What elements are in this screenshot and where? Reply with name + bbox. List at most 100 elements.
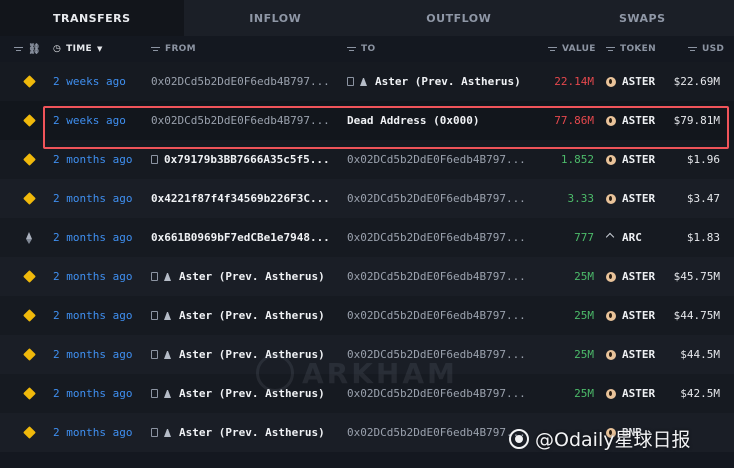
tab-inflow[interactable]: INFLOW xyxy=(184,0,368,36)
time-link[interactable]: 2 weeks ago xyxy=(53,114,126,127)
table-row[interactable]: 2 months ago 0x79179b3BB7666A35c5f5... 0x0… xyxy=(0,140,734,179)
to-cell[interactable]: 0x02DCd5b2DdE0F6edb4B797... xyxy=(347,140,532,179)
column-usd[interactable]: USD xyxy=(688,36,724,62)
to-address[interactable]: 0x02DCd5b2DdE0F6edb4B797... xyxy=(347,309,526,322)
token-cell[interactable]: ASTER xyxy=(606,140,666,179)
filter-link-controls[interactable]: ⛓ xyxy=(14,36,41,62)
to-cell[interactable]: Dead Address (0x000) xyxy=(347,101,532,140)
time-link[interactable]: 2 months ago xyxy=(53,387,132,400)
column-value[interactable]: VALUE xyxy=(548,36,596,62)
token-cell[interactable]: ASTER xyxy=(606,374,666,413)
from-address[interactable]: 0x661B0969bF7edCBe1e7948... xyxy=(151,231,330,244)
time-cell[interactable]: 2 months ago xyxy=(53,140,145,179)
time-cell[interactable]: 2 weeks ago xyxy=(53,101,145,140)
from-cell[interactable]: 0x79179b3BB7666A35c5f5... xyxy=(151,140,336,179)
filter-icon[interactable] xyxy=(14,46,23,53)
token-symbol[interactable]: ASTER xyxy=(622,114,655,127)
value-amount: 25M xyxy=(574,387,594,400)
from-address[interactable]: 0x02DCd5b2DdE0F6edb4B797... xyxy=(151,114,330,127)
from-address[interactable]: Aster (Prev. Astherus) xyxy=(179,270,325,283)
filter-icon[interactable] xyxy=(606,46,615,53)
token-symbol[interactable]: ASTER xyxy=(622,348,655,361)
time-link[interactable]: 2 months ago xyxy=(53,426,132,439)
filter-icon[interactable] xyxy=(688,46,697,53)
to-cell[interactable]: 0x02DCd5b2DdE0F6edb4B797... xyxy=(347,179,532,218)
time-link[interactable]: 2 months ago xyxy=(53,348,132,361)
to-address[interactable]: 0x02DCd5b2DdE0F6edb4B797... xyxy=(347,192,526,205)
column-to[interactable]: TO xyxy=(347,36,375,62)
from-cell[interactable]: 0x02DCd5b2DdE0F6edb4B797... xyxy=(151,101,336,140)
time-cell[interactable]: 2 months ago xyxy=(53,257,145,296)
to-cell[interactable]: 0x02DCd5b2DdE0F6edb4B797... xyxy=(347,218,532,257)
filter-icon[interactable] xyxy=(347,46,356,53)
usd-amount: $1.96 xyxy=(686,153,720,166)
time-cell[interactable]: 2 months ago xyxy=(53,218,145,257)
column-token[interactable]: TOKEN xyxy=(606,36,656,62)
time-link[interactable]: 2 months ago xyxy=(53,309,132,322)
link-icon[interactable]: ⛓ xyxy=(28,44,41,55)
filter-icon[interactable] xyxy=(548,46,557,53)
token-symbol[interactable]: ASTER xyxy=(622,192,655,205)
table-row[interactable]: 2 months ago 0x661B0969bF7edCBe1e7948... 0… xyxy=(0,218,734,257)
from-address[interactable]: 0x02DCd5b2DdE0F6edb4B797... xyxy=(151,75,330,88)
from-cell[interactable]: Aster (Prev. Astherus) xyxy=(151,296,336,335)
from-address[interactable]: 0x4221f87f4f34569b226F3C... xyxy=(151,192,330,205)
column-from[interactable]: FROM xyxy=(151,36,196,62)
token-symbol[interactable]: ARC xyxy=(622,231,642,244)
token-symbol[interactable]: ASTER xyxy=(622,309,655,322)
time-link[interactable]: 2 weeks ago xyxy=(53,75,126,88)
time-cell[interactable]: 2 months ago xyxy=(53,335,145,374)
token-symbol[interactable]: ASTER xyxy=(622,270,655,283)
sort-desc-icon[interactable]: ▼ xyxy=(97,45,103,53)
to-cell[interactable]: Aster (Prev. Astherus) xyxy=(347,62,532,101)
token-cell[interactable]: ASTER xyxy=(606,179,666,218)
table-row[interactable]: 2 months ago 0x4221f87f4f34569b226F3C... 0… xyxy=(0,179,734,218)
value-amount: 3.33 xyxy=(567,192,595,205)
column-time[interactable]: ◷ TIME ▼ xyxy=(53,36,103,62)
from-address[interactable]: 0x79179b3BB7666A35c5f5... xyxy=(164,153,330,166)
from-address[interactable]: Aster (Prev. Astherus) xyxy=(179,426,325,439)
time-cell[interactable]: 2 months ago xyxy=(53,179,145,218)
time-cell[interactable]: 2 months ago xyxy=(53,413,145,452)
from-cell[interactable]: Aster (Prev. Astherus) xyxy=(151,257,336,296)
table-row[interactable]: 2 months ago Aster (Prev. Astherus) 0x02DC… xyxy=(0,296,734,335)
token-symbol[interactable]: ASTER xyxy=(622,153,655,166)
to-address[interactable]: 0x02DCd5b2DdE0F6edb4B797... xyxy=(347,231,526,244)
table-row[interactable]: 2 weeks ago 0x02DCd5b2DdE0F6edb4B797... As… xyxy=(0,62,734,101)
to-address[interactable]: 0x02DCd5b2DdE0F6edb4B797... xyxy=(347,426,526,439)
to-cell[interactable]: 0x02DCd5b2DdE0F6edb4B797... xyxy=(347,413,532,452)
time-link[interactable]: 2 months ago xyxy=(53,270,132,283)
bnb-icon xyxy=(22,426,36,439)
time-link[interactable]: 2 months ago xyxy=(53,231,132,244)
time-link[interactable]: 2 months ago xyxy=(53,192,132,205)
table-row[interactable]: 2 months ago Aster (Prev. Astherus) 0x02DC… xyxy=(0,257,734,296)
from-cell[interactable]: 0x02DCd5b2DdE0F6edb4B797... xyxy=(151,62,336,101)
token-cell[interactable]: ASTER xyxy=(606,257,666,296)
table-row[interactable]: 2 weeks ago 0x02DCd5b2DdE0F6edb4B797... De… xyxy=(0,101,734,140)
from-cell[interactable]: Aster (Prev. Astherus) xyxy=(151,413,336,452)
token-cell[interactable]: ASTER xyxy=(606,335,666,374)
to-address[interactable]: 0x02DCd5b2DdE0F6edb4B797... xyxy=(347,270,526,283)
token-cell[interactable]: ASTER xyxy=(606,62,666,101)
from-cell[interactable]: 0x661B0969bF7edCBe1e7948... xyxy=(151,218,336,257)
to-cell[interactable]: 0x02DCd5b2DdE0F6edb4B797... xyxy=(347,296,532,335)
token-cell[interactable]: ARC xyxy=(606,218,666,257)
from-address[interactable]: Aster (Prev. Astherus) xyxy=(179,309,325,322)
tab-swaps[interactable]: SWAPS xyxy=(551,0,734,36)
to-cell[interactable]: 0x02DCd5b2DdE0F6edb4B797... xyxy=(347,257,532,296)
token-symbol[interactable]: ASTER xyxy=(622,75,655,88)
time-cell[interactable]: 2 weeks ago xyxy=(53,62,145,101)
token-symbol[interactable]: ASTER xyxy=(622,387,655,400)
filter-icon[interactable] xyxy=(151,46,160,53)
from-cell[interactable]: 0x4221f87f4f34569b226F3C... xyxy=(151,179,336,218)
time-link[interactable]: 2 months ago xyxy=(53,153,132,166)
tab-outflow[interactable]: OUTFLOW xyxy=(367,0,551,36)
to-address[interactable]: 0x02DCd5b2DdE0F6edb4B797... xyxy=(347,153,526,166)
token-cell[interactable]: ASTER xyxy=(606,296,666,335)
tab-transfers[interactable]: TRANSFERS xyxy=(0,0,184,36)
time-cell[interactable]: 2 months ago xyxy=(53,374,145,413)
time-cell[interactable]: 2 months ago xyxy=(53,296,145,335)
to-address[interactable]: Aster (Prev. Astherus) xyxy=(375,75,521,88)
to-address[interactable]: Dead Address (0x000) xyxy=(347,114,479,127)
token-cell[interactable]: ASTER xyxy=(606,101,666,140)
